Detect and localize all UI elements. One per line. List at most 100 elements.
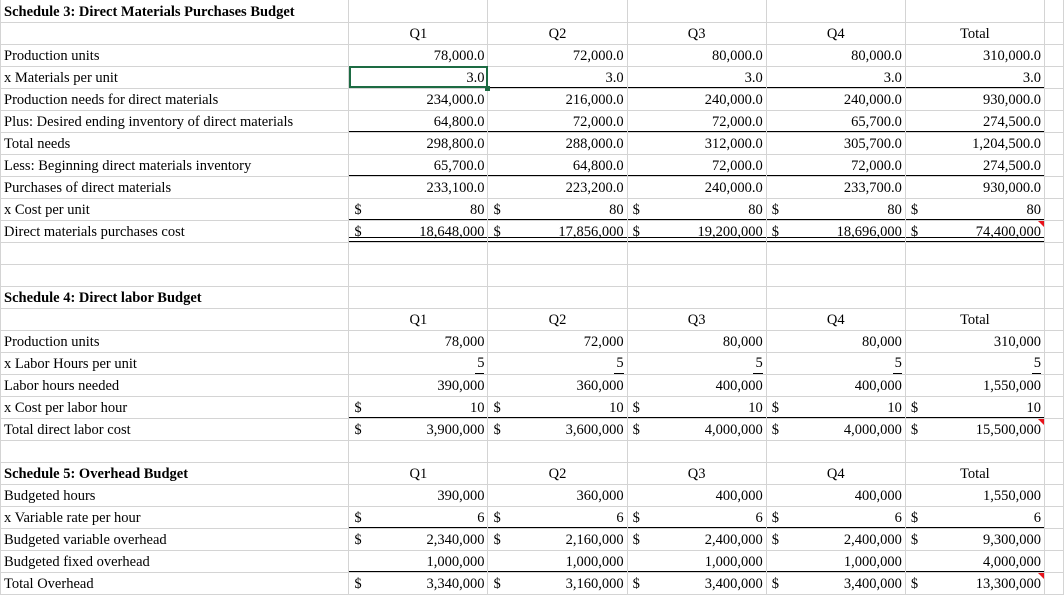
empty-cell[interactable] [348, 264, 489, 287]
empty-cell[interactable] [348, 440, 489, 463]
cell-value[interactable]: 390,000 [348, 484, 489, 507]
cell-value[interactable]: 80,000.0 [766, 44, 906, 67]
cell-value[interactable]: 72,000.0 [627, 110, 767, 133]
empty-cell[interactable] [348, 242, 489, 265]
cell-value[interactable]: $ 6 [348, 506, 489, 529]
cell-value[interactable]: $ 17,856,000 [487, 220, 628, 243]
cell-value[interactable]: 233,700.0 [766, 176, 906, 199]
cell-value[interactable]: 1,000,000 [487, 550, 628, 573]
cell-value[interactable]: 240,000.0 [627, 176, 767, 199]
cell-value[interactable]: $ 4,000,000 [766, 418, 906, 441]
empty-cell[interactable] [1044, 462, 1064, 485]
cell-value[interactable]: 3.0 [487, 66, 628, 89]
cell-value[interactable]: $ 6 [627, 506, 767, 529]
cell-value[interactable]: 360,000 [487, 484, 628, 507]
empty-cell[interactable] [487, 286, 628, 309]
empty-cell[interactable] [627, 0, 767, 23]
cell-value[interactable]: $ 10 [905, 396, 1045, 419]
empty-cell[interactable] [1044, 264, 1064, 287]
empty-cell[interactable] [905, 242, 1045, 265]
cell-value[interactable]: 223,200.0 [487, 176, 628, 199]
cell-value[interactable]: 390,000 [348, 374, 489, 397]
cell-value[interactable]: $ 80 [905, 198, 1045, 221]
empty-cell[interactable] [1044, 440, 1064, 463]
empty-cell[interactable] [1044, 198, 1064, 221]
cell-value[interactable]: $ 2,400,000 [627, 528, 767, 551]
cell-value[interactable]: 298,800.0 [348, 132, 489, 155]
cell-value[interactable]: 78,000 [348, 330, 489, 353]
cell-value[interactable]: $ 80 [627, 198, 767, 221]
cell-value[interactable]: 1,550,000 [905, 484, 1045, 507]
cell-value[interactable]: 400,000 [627, 484, 767, 507]
cell-value[interactable]: 72,000 [487, 330, 628, 353]
budget-worksheet[interactable]: Schedule 3: Direct Materials Purchases B… [0, 0, 1064, 595]
empty-cell[interactable] [0, 22, 350, 45]
cell-value[interactable]: $ 6 [766, 506, 906, 529]
empty-cell[interactable] [627, 440, 767, 463]
cell-value[interactable]: $ 4,000,000 [627, 418, 767, 441]
cell-value[interactable]: 930,000.0 [905, 176, 1045, 199]
cell-value[interactable]: $ 18,648,000 [348, 220, 489, 243]
cell-value[interactable]: 5 [348, 352, 489, 375]
cell-value[interactable]: $ 10 [348, 396, 489, 419]
empty-cell[interactable] [0, 242, 350, 265]
empty-cell[interactable] [0, 440, 350, 463]
empty-cell[interactable] [905, 264, 1045, 287]
cell-value[interactable]: $ 10 [627, 396, 767, 419]
cell-value[interactable]: 233,100.0 [348, 176, 489, 199]
cell-value[interactable]: 72,000.0 [766, 154, 906, 177]
cell-value[interactable]: $ 2,340,000 [348, 528, 489, 551]
empty-cell[interactable] [766, 440, 906, 463]
empty-cell[interactable] [1044, 286, 1064, 309]
empty-cell[interactable] [1044, 176, 1064, 199]
empty-cell[interactable] [1044, 396, 1064, 419]
cell-value[interactable]: 3.0 [627, 66, 767, 89]
empty-cell[interactable] [905, 0, 1045, 23]
empty-cell[interactable] [1044, 550, 1064, 573]
empty-cell[interactable] [348, 0, 489, 23]
cell-value[interactable]: 64,800.0 [487, 154, 628, 177]
empty-cell[interactable] [1044, 220, 1064, 243]
empty-cell[interactable] [905, 440, 1045, 463]
empty-cell[interactable] [1044, 506, 1064, 529]
cell-value[interactable]: 65,700.0 [348, 154, 489, 177]
cell-value[interactable]: 72,000.0 [627, 154, 767, 177]
empty-cell[interactable] [1044, 484, 1064, 507]
cell-value[interactable]: $ 10 [487, 396, 628, 419]
cell-value[interactable]: 1,204,500.0 [905, 132, 1045, 155]
empty-cell[interactable] [1044, 352, 1064, 375]
cell-value[interactable]: 310,000.0 [905, 44, 1045, 67]
cell-value[interactable]: 64,800.0 [348, 110, 489, 133]
cell-value[interactable]: 288,000.0 [487, 132, 628, 155]
cell-value[interactable]: $ 9,300,000 [905, 528, 1045, 551]
cell-value[interactable]: $ 19,200,000 [627, 220, 767, 243]
cell-value[interactable]: $ 80 [348, 198, 489, 221]
cell-value[interactable]: $ 80 [487, 198, 628, 221]
empty-cell[interactable] [1044, 88, 1064, 111]
empty-cell[interactable] [627, 264, 767, 287]
cell-value[interactable]: $ 15,500,000 [905, 418, 1045, 441]
cell-value[interactable]: 5 [766, 352, 906, 375]
fill-handle[interactable] [485, 85, 491, 91]
cell-value[interactable]: 310,000 [905, 330, 1045, 353]
cell-value[interactable]: 930,000.0 [905, 88, 1045, 111]
empty-cell[interactable] [627, 286, 767, 309]
cell-value[interactable]: 3.0 [766, 66, 906, 89]
cell-value[interactable]: 400,000 [766, 484, 906, 507]
cell-value[interactable]: 5 [487, 352, 628, 375]
empty-cell[interactable] [766, 264, 906, 287]
cell-value[interactable]: $ 3,900,000 [348, 418, 489, 441]
empty-cell[interactable] [1044, 110, 1064, 133]
cell-value[interactable]: 72,000.0 [487, 110, 628, 133]
cell-value[interactable]: 80,000 [627, 330, 767, 353]
cell-value[interactable]: $ 10 [766, 396, 906, 419]
cell-value[interactable]: $ 18,696,000 [766, 220, 906, 243]
cell-value[interactable]: $ 6 [487, 506, 628, 529]
cell-value[interactable]: 240,000.0 [766, 88, 906, 111]
cell-value[interactable]: 360,000 [487, 374, 628, 397]
cell-value[interactable]: 274,500.0 [905, 154, 1045, 177]
selected-cell[interactable]: 3.0 [348, 66, 491, 91]
cell-value[interactable]: 305,700.0 [766, 132, 906, 155]
empty-cell[interactable] [1044, 308, 1064, 331]
cell-value[interactable]: 78,000.0 [348, 44, 489, 67]
